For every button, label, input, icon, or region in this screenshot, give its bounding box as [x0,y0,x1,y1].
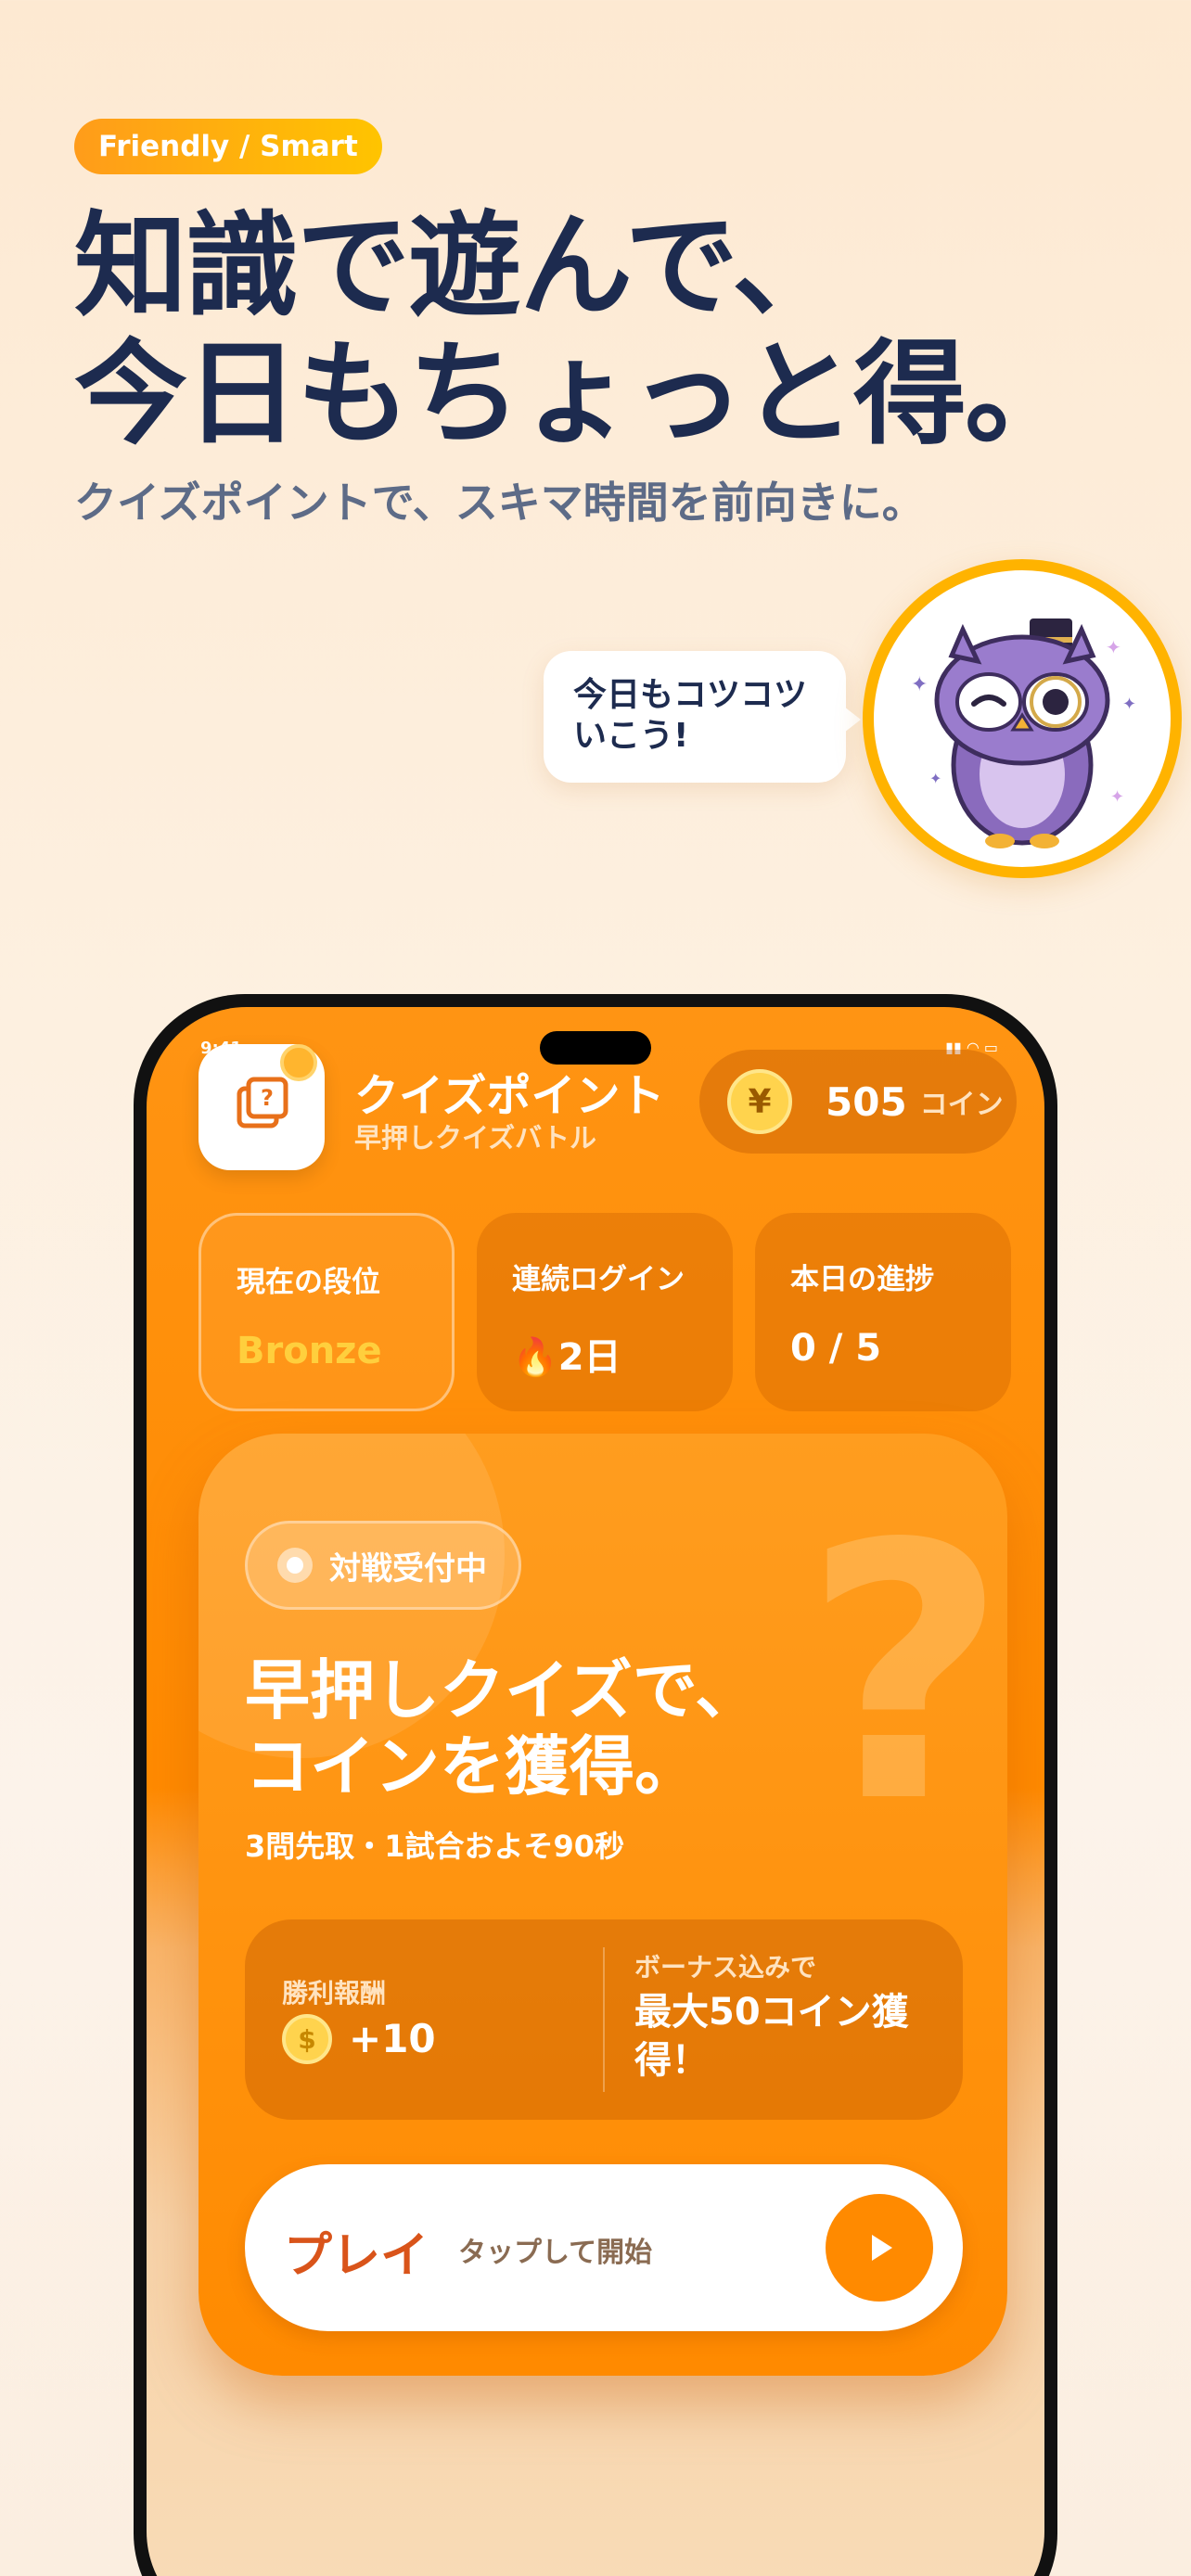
battle-rules: 3問先取・1試合およそ90秒 [245,1829,625,1864]
stat-label: 本日の進捗 [790,1263,934,1296]
play-button[interactable]: プレイ タップして開始 [245,2164,963,2331]
stat-value: 🔥2日 [512,1336,621,1379]
question-mark-icon: ? [802,1469,1007,1880]
app-logo-icon: ? [198,1044,325,1170]
coin-unit: コイン [919,1089,1004,1121]
svg-text:✦: ✦ [1110,787,1124,807]
battle-title-line-2: コインを獲得。 [245,1728,699,1804]
svg-text:✦: ✦ [1122,695,1136,714]
reward-label: 勝利報酬 [282,1978,387,2009]
status-badge: 対戦受付中 [245,1521,521,1610]
svg-text:✦: ✦ [1106,636,1121,658]
app-title: クイズポイント [354,1070,665,1122]
battle-title: 早押しクイズで、 コインを獲得。 [245,1652,760,1804]
headline-line-1: 知識で遊んで、 [74,200,845,332]
speech-bubble: 今日もコツコツいこう! [544,651,861,783]
divider [603,1947,605,2092]
reward-value: +10 [349,2016,436,2061]
stat-value: Bronze [237,1330,382,1372]
stat-login-streak: 連続ログイン 🔥2日 [477,1213,733,1411]
svg-text:✦: ✦ [929,770,941,787]
headline-line-2: 今日もちょっと得。 [74,328,1078,460]
subheadline: クイズポイントで、スキマ時間を前向きに。 [74,478,925,528]
stat-label: 現在の段位 [237,1266,380,1299]
stat-value: 0 / 5 [790,1327,882,1370]
phone-mockup: 9:41 ▮▮ ◠ ▭ ? クイズポイント 早押しクイズバトル ¥ 505 コイ… [134,994,1057,2576]
stat-rank: 現在の段位 Bronze [198,1213,455,1411]
stat-label: 連続ログイン [512,1263,685,1296]
coin-balance[interactable]: ¥ 505 コイン [699,1050,1017,1154]
play-hint: タップして開始 [458,2237,653,2269]
owl-mascot: ✦ ✦ ✦ ✦ ✦ [863,559,1182,878]
reward-panel: 勝利報酬 $ +10 ボーナス込みで 最大50コイン獲得！ [245,1919,963,2120]
stat-daily-progress: 本日の進捗 0 / 5 [755,1213,1011,1411]
battle-card: ? 対戦受付中 早押しクイズで、 コインを獲得。 3問先取・1試合およそ90秒 … [198,1434,1007,2376]
play-icon[interactable] [826,2194,933,2302]
owl-mascot-icon: ✦ ✦ ✦ ✦ ✦ [911,618,1136,848]
notification-dot [280,1044,317,1081]
bonus-value: 最大50コイン獲得！ [634,1991,909,2082]
app-screen: 9:41 ▮▮ ◠ ▭ ? クイズポイント 早押しクイズバトル ¥ 505 コイ… [147,1007,1044,2576]
status-text: 対戦受付中 [329,1549,487,1588]
app-subtitle: 早押しクイズバトル [354,1122,597,1154]
coin-count: 505 [826,1078,907,1125]
dollar-coin-icon: $ [282,2014,332,2064]
headline: 知識で遊んで、 今日もちょっと得。 [74,200,1078,460]
play-label: プレイ [284,2228,429,2284]
dynamic-island [540,1031,651,1065]
coin-icon: ¥ [727,1069,792,1134]
tagline-badge: Friendly / Smart [74,119,382,174]
live-dot-icon [277,1548,313,1583]
svg-text:?: ? [261,1085,274,1111]
svg-text:✦: ✦ [911,673,928,696]
bonus-label: ボーナス込みで [634,1952,817,1983]
battle-title-line-1: 早押しクイズで、 [245,1652,761,1728]
